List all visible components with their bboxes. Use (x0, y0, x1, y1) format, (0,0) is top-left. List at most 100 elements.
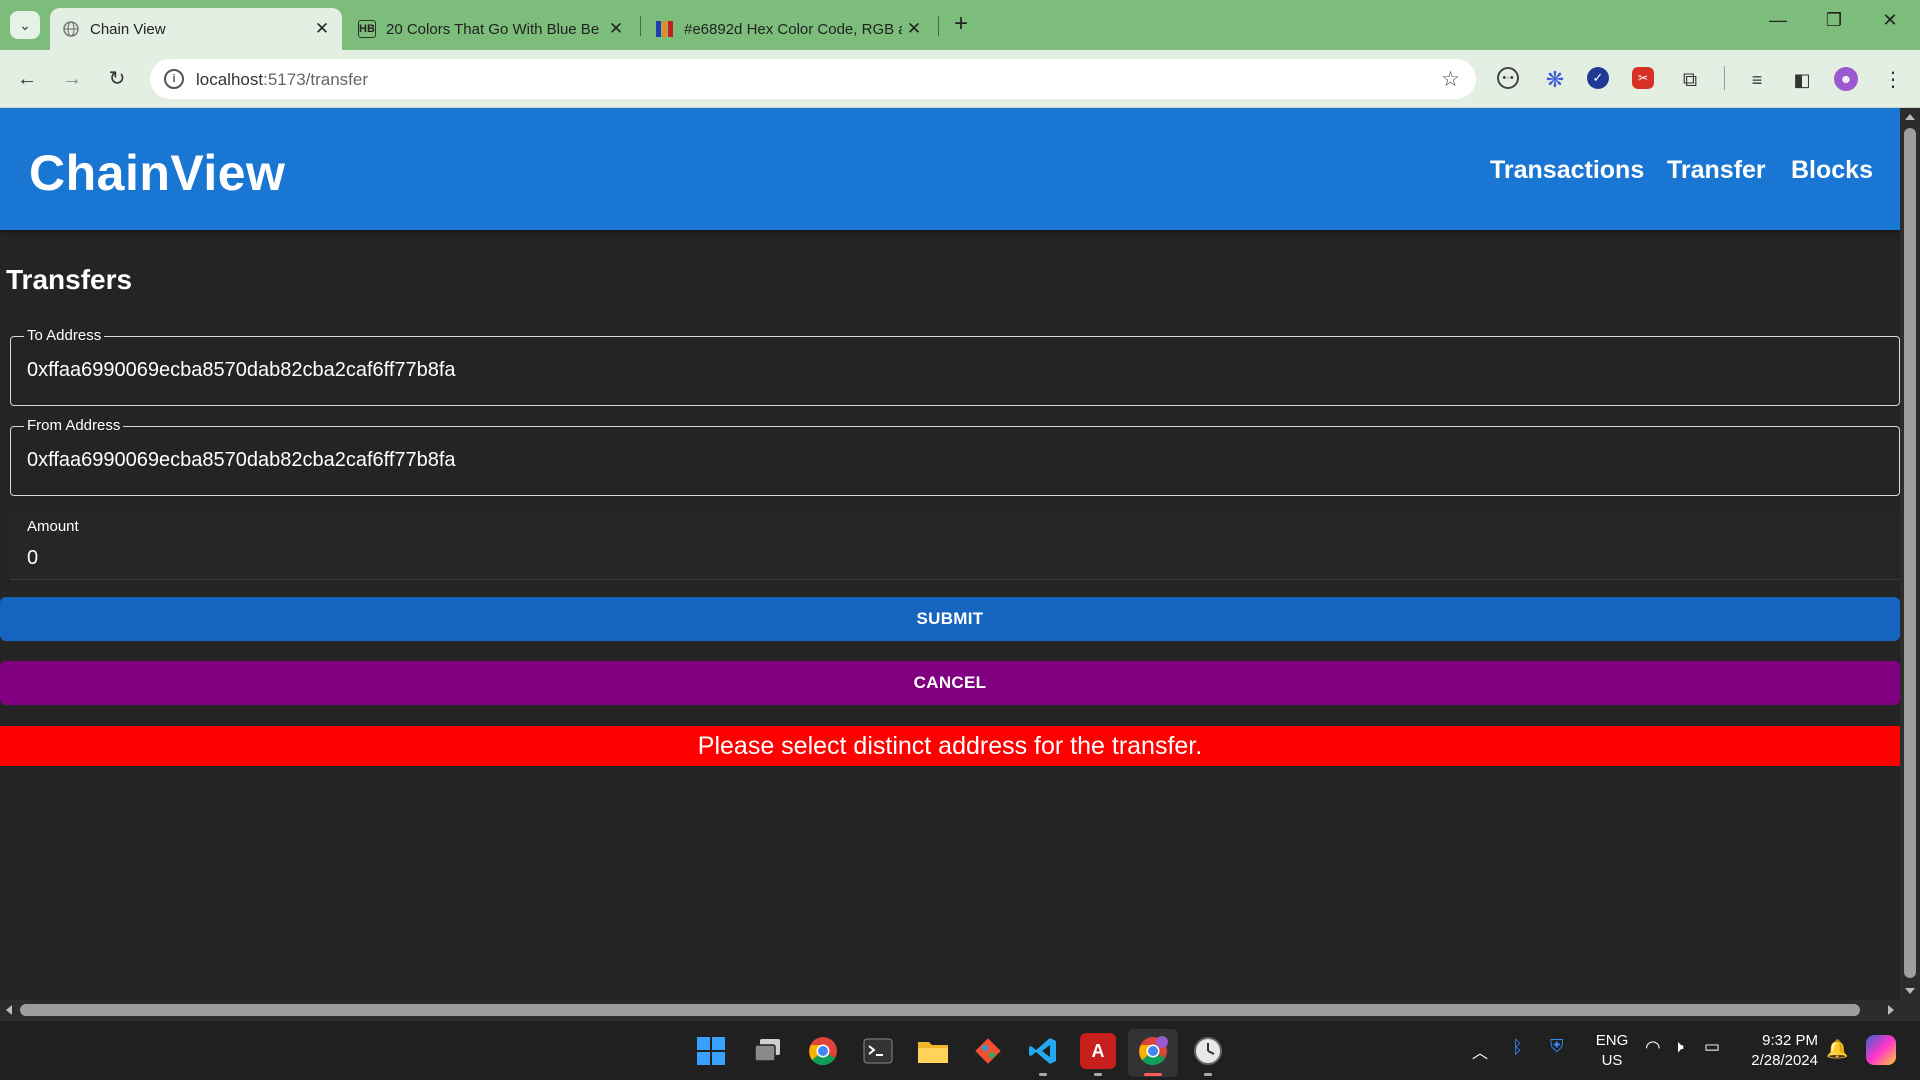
vertical-scroll-thumb[interactable] (1904, 128, 1916, 978)
screenshot-extension-icon[interactable]: ✂ (1632, 67, 1654, 89)
file-explorer-icon[interactable] (915, 1033, 951, 1069)
scroll-left-arrow-icon[interactable] (6, 1005, 12, 1015)
palette-icon (656, 20, 674, 38)
extension-dots-icon[interactable]: •·• (1497, 67, 1519, 89)
bluetooth-icon[interactable]: ᛒ (1512, 1037, 1523, 1058)
battery-icon[interactable]: ▭ (1704, 1037, 1720, 1057)
git-client-icon[interactable] (970, 1033, 1006, 1069)
tab-separator (640, 16, 641, 36)
tab-hex-color[interactable]: #e6892d Hex Color Code, RGB a ✕ (644, 8, 934, 50)
page-title: Transfers (6, 264, 133, 295)
clock-time: 9:32 PM (1762, 1032, 1818, 1049)
tab-title: Chain View (90, 20, 166, 38)
reload-button[interactable]: ↻ (102, 64, 132, 94)
back-button[interactable]: ← (12, 64, 42, 94)
from-address-value: 0xffaa6990069ecba8570dab82cba2caf6ff77b8… (27, 449, 456, 471)
close-tab-icon[interactable]: ✕ (604, 19, 628, 39)
close-tab-icon[interactable]: ✕ (902, 19, 926, 39)
running-indicator (1039, 1073, 1047, 1076)
browser-tab-strip: ⌄ Chain View ✕ HB 20 Colors That Go With… (0, 0, 1920, 50)
close-window-button[interactable]: ✕ (1870, 10, 1910, 31)
check-extension-icon[interactable]: ✓ (1587, 67, 1609, 89)
brand-title[interactable]: ChainView (29, 144, 285, 202)
nav-transfer[interactable]: Transfer (1667, 156, 1766, 185)
wifi-icon[interactable]: ◠ (1645, 1037, 1661, 1058)
dropdown-arrow-icon (1877, 367, 1887, 372)
tab-title: #e6892d Hex Color Code, RGB a (684, 20, 902, 38)
snowflake-extension-icon[interactable]: ❋ (1542, 67, 1568, 93)
tab-blue-colors[interactable]: HB 20 Colors That Go With Blue Be ✕ (346, 8, 636, 50)
profile-avatar[interactable]: ☻ (1834, 67, 1858, 91)
to-address-value: 0xffaa6990069ecba8570dab82cba2caf6ff77b8… (27, 359, 456, 381)
minimize-button[interactable]: — (1758, 10, 1798, 31)
volume-muted-icon[interactable]: 🕨 (1673, 1037, 1684, 1057)
language-code: ENG (1595, 1032, 1629, 1049)
nav-blocks[interactable]: Blocks (1791, 156, 1873, 185)
horizontal-scrollbar[interactable] (0, 1000, 1900, 1020)
amount-value: 0 (27, 547, 39, 569)
app-header: ChainView Transactions Transfer Blocks (0, 108, 1900, 230)
language-indicator[interactable]: ENG US (1592, 1031, 1632, 1071)
vertical-scrollbar[interactable] (1900, 108, 1920, 1000)
address-bar[interactable]: i localhost:5173/transfer ☆ (150, 59, 1476, 99)
copilot-icon[interactable] (1866, 1035, 1896, 1065)
site-info-icon[interactable]: i (164, 69, 184, 89)
from-address-select[interactable]: From Address 0xffaa6990069ecba8570dab82c… (10, 417, 1900, 496)
cancel-button[interactable]: CANCEL (0, 661, 1900, 705)
forward-button[interactable]: → (57, 64, 87, 94)
chrome-icon[interactable] (805, 1033, 841, 1069)
kebab-menu-icon[interactable]: ⋮ (1880, 67, 1906, 93)
tab-search-button[interactable]: ⌄ (10, 11, 40, 39)
scroll-down-arrow-icon[interactable] (1905, 988, 1915, 994)
running-indicator (1094, 1073, 1102, 1076)
tab-chain-view[interactable]: Chain View ✕ (50, 8, 342, 50)
notification-bell-icon[interactable]: 🔔 (1826, 1039, 1848, 1060)
scroll-up-arrow-icon[interactable] (1905, 114, 1915, 120)
bookmark-star-icon[interactable]: ☆ (1441, 67, 1460, 92)
globe-icon (62, 20, 80, 38)
system-clock[interactable]: 9:32 PM 2/28/2024 (1738, 1031, 1818, 1071)
amount-field[interactable]: Amount 0 (10, 510, 1900, 580)
url-path: :5173/transfer (263, 70, 369, 89)
to-address-label: To Address (24, 327, 105, 344)
clock-app-icon[interactable] (1190, 1033, 1226, 1069)
pdf-reader-icon[interactable]: A (1080, 1033, 1116, 1069)
media-controls-icon[interactable]: ≡ (1744, 67, 1770, 93)
hb-favicon-icon: HB (358, 20, 376, 38)
dropdown-arrow-icon (1877, 457, 1887, 462)
new-tab-button[interactable]: + (948, 10, 974, 38)
url-host: localhost (196, 70, 264, 89)
windows-taskbar: A ︿ ᛒ ⛨ ENG US ◠ 🕨 ▭ 9:32 PM 2/28/2024 🔔 (0, 1020, 1920, 1080)
vscode-icon[interactable] (1025, 1033, 1061, 1069)
show-hidden-icons-chevron-icon[interactable]: ︿ (1472, 1039, 1488, 1063)
nav-transactions[interactable]: Transactions (1490, 156, 1644, 185)
from-address-label: From Address (24, 417, 124, 434)
reload-icon: ↻ (108, 68, 126, 90)
arrow-right-icon: → (62, 68, 82, 90)
chevron-down-icon: ⌄ (19, 17, 31, 33)
close-tab-icon[interactable]: ✕ (310, 19, 334, 39)
region-code: US (1601, 1052, 1623, 1069)
restore-button[interactable]: ❐ (1814, 10, 1854, 31)
scroll-right-arrow-icon[interactable] (1888, 1005, 1894, 1015)
security-shield-icon[interactable]: ⛨ (1550, 1036, 1564, 1057)
to-address-select[interactable]: To Address 0xffaa6990069ecba8570dab82cba… (10, 327, 1900, 406)
task-view-icon[interactable] (750, 1033, 786, 1069)
extensions-puzzle-icon[interactable]: ⧉ (1677, 67, 1703, 93)
windows-start-icon[interactable] (693, 1033, 729, 1069)
scrollbar-corner (1900, 1000, 1920, 1020)
toolbar-divider (1724, 66, 1725, 90)
horizontal-scroll-thumb[interactable] (20, 1004, 1860, 1016)
error-message: Please select distinct address for the t… (0, 726, 1900, 766)
amount-label: Amount (27, 518, 79, 535)
tab-separator (938, 16, 939, 36)
terminal-icon[interactable] (860, 1033, 896, 1069)
page-viewport: ChainView Transactions Transfer Blocks T… (0, 108, 1900, 1000)
side-panel-icon[interactable]: ◧ (1789, 67, 1815, 93)
submit-button[interactable]: SUBMIT (0, 597, 1900, 641)
running-indicator (1204, 1073, 1212, 1076)
arrow-left-icon: ← (17, 68, 37, 90)
chrome-profile-icon[interactable] (1135, 1033, 1171, 1069)
active-indicator (1144, 1073, 1162, 1076)
clock-date: 2/28/2024 (1751, 1052, 1818, 1069)
